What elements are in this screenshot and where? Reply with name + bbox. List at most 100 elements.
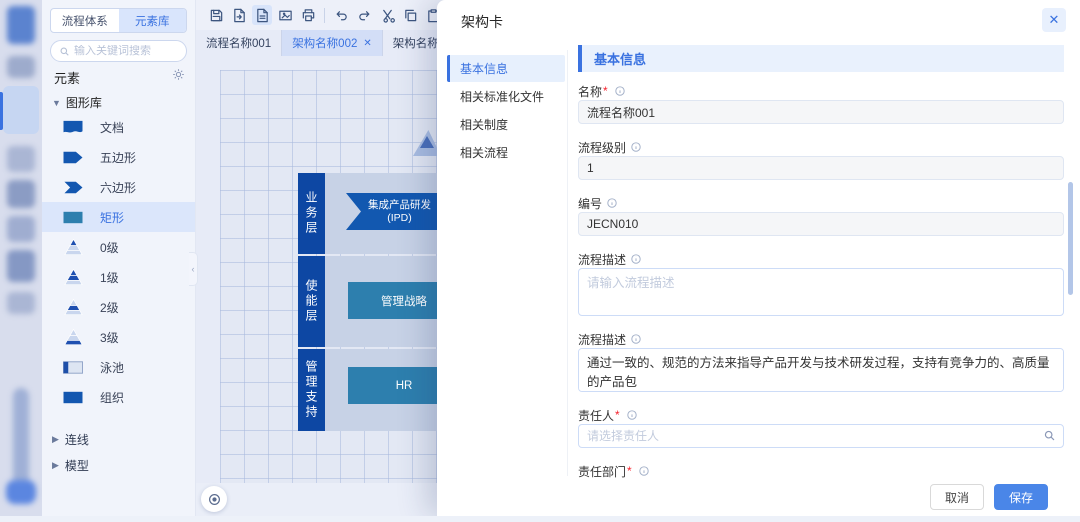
save-icon[interactable] [206,5,226,25]
field-label: 责任人* [578,408,1064,422]
field-search-input[interactable] [578,424,1064,448]
modal-nav-item[interactable]: 基本信息 [447,55,565,82]
org-shape-icon [60,388,86,407]
info-icon [606,197,618,209]
cut-icon[interactable] [377,5,397,25]
export-file-icon[interactable] [229,5,249,25]
shape-item[interactable]: 矩形 [42,202,195,232]
shape-item-label: 2级 [100,299,119,316]
close-tab-icon[interactable]: ✕ [363,38,371,49]
collapsed-groups: ▶连线▶模型 [52,426,89,478]
document-tab[interactable]: 架构名称002 ✕ [282,30,383,56]
sidebar-tab-active[interactable]: 元素库 [119,9,187,32]
sidebar-collapse-handle[interactable]: ‹ [189,252,198,286]
architecture-card-modal: 架构卡 ✕ 基本信息相关标准化文件相关制度相关流程 基本信息 名称*流程级别编号… [437,0,1080,516]
shape-item-label: 泳池 [100,359,124,376]
dock-active-indicator [0,92,3,130]
dock-scrollbar[interactable] [6,480,36,504]
field-search-select [578,424,1064,464]
pentagon-shape-icon [60,148,86,167]
caret-down-icon: ▼ [52,98,61,108]
blurred-app-icon[interactable] [7,56,35,78]
shape-item-label: 矩形 [100,209,124,226]
shape-item-label: 1级 [100,269,119,286]
app-dock [0,0,42,516]
shape-item-label: 文档 [100,119,124,136]
field-label: 流程级别 [578,140,1064,154]
doc-shape-icon [60,118,86,137]
modal-nav-item[interactable]: 相关流程 [447,139,565,166]
field-input[interactable] [578,212,1064,236]
blurred-app-icon[interactable] [13,388,29,486]
print-icon[interactable] [298,5,318,25]
modal-footer: 取消 保存 [437,478,1080,516]
shape-item[interactable]: 五边形 [42,142,195,172]
form-fields: 名称*流程级别编号流程描述流程描述责任人*责任部门* [578,84,1064,516]
field-label: 流程描述 [578,252,1064,266]
shape-list: 文档五边形六边形矩形 0级 1级 2级 3级泳池组织 [42,112,195,412]
shape-item[interactable]: 1级 [42,262,195,292]
rect-shape-icon [60,208,86,227]
blurred-app-icon[interactable] [7,6,35,44]
search-input[interactable] [74,45,178,57]
shape-item-label: 组织 [100,389,124,406]
field-label: 名称* [578,84,1064,98]
document-tab-label: 流程名称001 [206,35,271,51]
swimlane-label[interactable]: 管理支持 [298,349,325,431]
form-field: 流程描述 [578,252,1064,316]
blurred-app-icon[interactable] [7,216,35,242]
shape-item[interactable]: 3级 [42,322,195,352]
shape-item[interactable]: 文档 [42,112,195,142]
modal-nav-item[interactable]: 相关标准化文件 [447,83,565,110]
locate-center-button[interactable] [201,486,227,512]
field-label: 责任部门* [578,464,1064,478]
required-asterisk: * [627,464,632,478]
cancel-button[interactable]: 取消 [930,484,984,510]
shape-item[interactable]: 0级 [42,232,195,262]
field-label-text: 责任部门 [578,463,626,480]
close-icon: ✕ [1049,12,1060,28]
shape-item[interactable]: 组织 [42,382,195,412]
field-input[interactable] [578,100,1064,124]
undo-icon[interactable] [331,5,351,25]
caret-right-icon: ▶ [52,434,59,445]
sidebar-tab-inactive[interactable]: 流程体系 [51,9,119,32]
blurred-app-icon[interactable] [7,180,35,208]
document-tab[interactable]: 流程名称001 [196,30,282,56]
export-image-icon[interactable] [275,5,295,25]
swimlane-label[interactable]: 业务层 [298,173,325,254]
close-button[interactable]: ✕ [1042,8,1066,32]
gear-icon[interactable] [172,68,185,86]
shape-item[interactable]: 2级 [42,292,195,322]
document-tab-label: 架构名称002 [292,35,357,51]
modal-nav-item[interactable]: 相关制度 [447,111,565,138]
info-icon [630,253,642,265]
field-input[interactable] [578,156,1064,180]
field-label: 流程描述 [578,332,1064,346]
pyramid-level1-icon [60,268,86,286]
shape-item[interactable]: 六边形 [42,172,195,202]
modal-nav-divider [567,50,568,476]
blurred-app-icon[interactable] [7,292,35,314]
shape-group-row[interactable]: ▼ 图形库 [52,94,102,111]
tree-group-collapsed[interactable]: ▶连线 [52,426,89,452]
field-textarea[interactable] [578,268,1064,316]
shape-item[interactable]: 泳池 [42,352,195,382]
copy-icon[interactable] [400,5,420,25]
modal-title: 架构卡 [461,12,503,32]
modal-scrollbar[interactable] [1068,182,1073,295]
swimlane-label[interactable]: 使能层 [298,256,325,347]
shape-text: 集成产品研发 [368,199,431,212]
blurred-app-icon[interactable] [7,146,35,172]
required-asterisk: * [603,84,608,98]
blurred-app-icon[interactable] [7,250,35,282]
section-title: 基本信息 [594,49,646,68]
form-field: 责任人* [578,408,1064,464]
elements-panel-header: 元素 [54,68,185,86]
field-textarea[interactable] [578,348,1064,392]
redo-icon[interactable] [354,5,374,25]
new-file-icon[interactable] [252,5,272,25]
tree-group-collapsed[interactable]: ▶模型 [52,452,89,478]
required-asterisk: * [615,408,620,422]
save-button[interactable]: 保存 [994,484,1048,510]
